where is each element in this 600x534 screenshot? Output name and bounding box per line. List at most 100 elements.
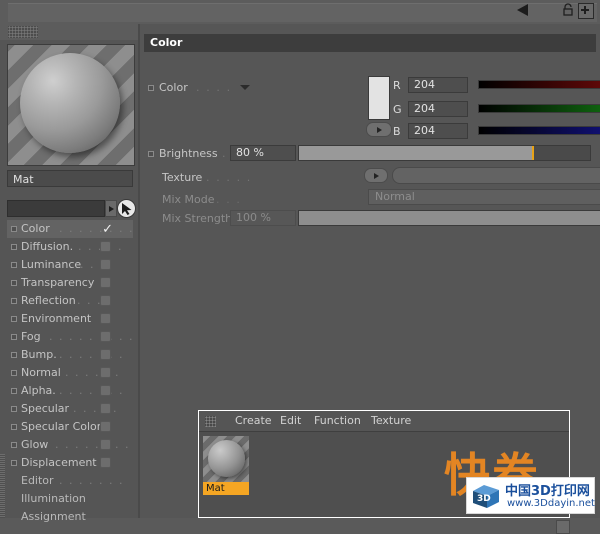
channel-toggle-box[interactable] bbox=[11, 406, 17, 412]
channel-check-icon[interactable]: ✓ bbox=[102, 221, 113, 238]
menu-create[interactable]: Create bbox=[235, 414, 272, 427]
r-channel-letter: R bbox=[393, 79, 401, 92]
b-gradient-slider[interactable] bbox=[478, 126, 600, 135]
channel-checkbox[interactable] bbox=[100, 313, 111, 324]
channel-dots: . . . . . bbox=[73, 402, 118, 415]
mix-mode-value: Normal bbox=[375, 190, 415, 203]
channel-item-fog[interactable]: Fog . . . . . . . . . bbox=[7, 328, 133, 346]
color-swatch[interactable] bbox=[368, 76, 390, 120]
channel-checkbox[interactable] bbox=[100, 331, 111, 342]
left-scrollbar[interactable] bbox=[0, 454, 5, 518]
material-item[interactable]: Mat bbox=[203, 436, 249, 495]
texture-expand-button[interactable] bbox=[364, 168, 388, 183]
mix-strength-slider-fill bbox=[299, 211, 600, 225]
channel-item-bump[interactable]: Bump. . . . . . . . bbox=[7, 346, 133, 364]
editor-body: Mat Color . . . . . . . . . ✓ bbox=[0, 24, 600, 534]
channel-item-luminance[interactable]: Luminance . . . bbox=[7, 256, 133, 274]
channel-toggle-box[interactable] bbox=[11, 352, 17, 358]
watermark-title: 中国3D打印网 bbox=[505, 484, 590, 499]
channel-toggle-box[interactable] bbox=[11, 244, 17, 250]
channel-checkbox[interactable] bbox=[100, 421, 111, 432]
g-gradient-slider[interactable] bbox=[478, 104, 600, 113]
channel-checkbox[interactable] bbox=[100, 241, 111, 252]
channel-checkbox[interactable] bbox=[100, 367, 111, 378]
channel-item-editor[interactable]: Editor . . . . . . . bbox=[7, 472, 133, 490]
brightness-slider-marker[interactable] bbox=[531, 146, 534, 160]
manager-resize-handle[interactable] bbox=[556, 520, 570, 534]
maximize-plus-icon[interactable] bbox=[578, 3, 594, 19]
channel-item-illumination[interactable]: Illumination bbox=[7, 490, 133, 508]
r-gradient-slider[interactable] bbox=[478, 80, 600, 89]
color-row-label: Color bbox=[159, 81, 188, 94]
back-triangle-icon[interactable] bbox=[517, 4, 528, 16]
channel-toggle-box[interactable] bbox=[11, 388, 17, 394]
channel-item-environment[interactable]: Environment bbox=[7, 310, 133, 328]
b-value-input[interactable]: 204 bbox=[408, 123, 468, 139]
svg-text:3D: 3D bbox=[477, 494, 491, 504]
brightness-slider[interactable] bbox=[298, 145, 591, 161]
channel-checkbox[interactable] bbox=[100, 349, 111, 360]
b-channel-letter: B bbox=[393, 125, 401, 138]
mix-strength-label: Mix Strength bbox=[162, 212, 233, 225]
channel-label: Normal bbox=[21, 366, 61, 379]
mix-strength-slider[interactable] bbox=[298, 210, 600, 226]
material-editor-window: Mat Color . . . . . . . . . ✓ bbox=[0, 0, 600, 534]
material-item-label[interactable]: Mat bbox=[203, 482, 249, 495]
mix-mode-dots: . . . bbox=[216, 193, 242, 206]
channel-toggle-box[interactable] bbox=[11, 262, 17, 268]
channel-item-color[interactable]: Color . . . . . . . . . ✓ bbox=[7, 220, 133, 238]
channel-dots: . . . . . . . bbox=[59, 348, 124, 361]
channel-label: Transparency bbox=[21, 276, 95, 289]
mix-mode-select[interactable]: Normal bbox=[368, 189, 600, 205]
channel-checkbox[interactable] bbox=[100, 385, 111, 396]
channel-toggle-box[interactable] bbox=[11, 370, 17, 376]
pick-cursor-icon[interactable] bbox=[117, 199, 136, 218]
channel-item-assignment[interactable]: Assignment bbox=[7, 508, 133, 526]
material-selector-input[interactable] bbox=[7, 200, 105, 217]
color-row-chevron-down-icon[interactable] bbox=[240, 85, 250, 90]
channel-list: Color . . . . . . . . . ✓ Diffusion. . .… bbox=[7, 220, 133, 526]
channel-item-displacement[interactable]: Displacement bbox=[7, 454, 133, 472]
channel-toggle-box[interactable] bbox=[11, 226, 17, 232]
channel-toggle-box[interactable] bbox=[11, 334, 17, 340]
channel-checkbox[interactable] bbox=[100, 439, 111, 450]
channel-checkbox[interactable] bbox=[100, 403, 111, 414]
channel-toggle-box[interactable] bbox=[11, 442, 17, 448]
mix-strength-value-input[interactable]: 100 % bbox=[230, 210, 296, 226]
channel-item-diffusion[interactable]: Diffusion. . . . . . bbox=[7, 238, 133, 256]
material-preview[interactable] bbox=[7, 44, 135, 166]
channel-toggle-box[interactable] bbox=[11, 460, 17, 466]
color-row-toggle[interactable] bbox=[148, 85, 154, 91]
r-value-input[interactable]: 204 bbox=[408, 77, 468, 93]
channel-item-normal[interactable]: Normal . . . . . . bbox=[7, 364, 133, 382]
channel-toggle-box[interactable] bbox=[11, 316, 17, 322]
manager-drag-grip-icon[interactable] bbox=[205, 416, 216, 427]
menu-function[interactable]: Function bbox=[314, 414, 361, 427]
channel-item-reflection[interactable]: Reflection . . . . bbox=[7, 292, 133, 310]
brightness-value-input[interactable]: 80 % bbox=[230, 145, 296, 161]
selector-arrow-button[interactable] bbox=[105, 200, 117, 217]
channel-item-alpha[interactable]: Alpha. . . . . . . . bbox=[7, 382, 133, 400]
drag-grip-icon[interactable] bbox=[8, 26, 38, 38]
channel-toggle-box[interactable] bbox=[11, 424, 17, 430]
lock-icon[interactable] bbox=[562, 3, 574, 16]
channel-toggle-box[interactable] bbox=[11, 298, 17, 304]
channel-item-glow[interactable]: Glow . . . . . . . . bbox=[7, 436, 133, 454]
material-thumbnail[interactable] bbox=[203, 436, 249, 482]
brightness-row-toggle[interactable] bbox=[148, 151, 154, 157]
texture-path-input[interactable] bbox=[392, 167, 600, 184]
g-value-input[interactable]: 204 bbox=[408, 101, 468, 117]
color-expand-button[interactable] bbox=[366, 122, 392, 137]
channel-checkbox[interactable] bbox=[100, 259, 111, 270]
menu-texture[interactable]: Texture bbox=[371, 414, 411, 427]
channel-item-transparency[interactable]: Transparency bbox=[7, 274, 133, 292]
channel-toggle-box[interactable] bbox=[11, 280, 17, 286]
channel-checkbox[interactable] bbox=[100, 457, 111, 468]
channel-item-specular-color[interactable]: Specular Color bbox=[7, 418, 133, 436]
menu-edit[interactable]: Edit bbox=[280, 414, 301, 427]
channel-checkbox[interactable] bbox=[100, 295, 111, 306]
material-name-input[interactable]: Mat bbox=[7, 170, 133, 187]
channel-checkbox[interactable] bbox=[100, 277, 111, 288]
channel-label: Luminance bbox=[21, 258, 82, 271]
channel-item-specular[interactable]: Specular . . . . . bbox=[7, 400, 133, 418]
